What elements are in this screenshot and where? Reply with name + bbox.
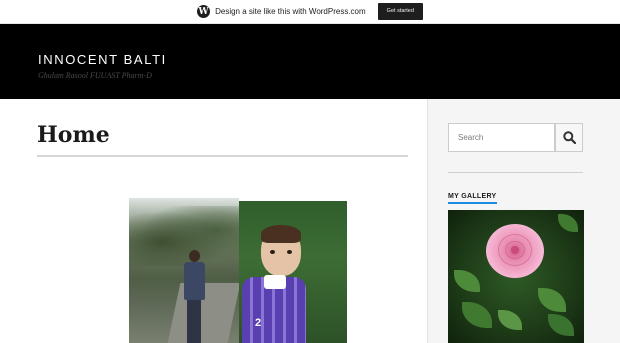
search-icon <box>562 131 576 144</box>
photo-boy-on-path[interactable] <box>129 198 239 343</box>
page-title: Home <box>37 122 110 148</box>
jersey-number: 2 <box>255 317 262 329</box>
site-tagline: Ghulam Rasool FUUAST Pharm-D <box>38 71 152 80</box>
wordpress-banner-text[interactable]: Design a site like this with WordPress.c… <box>215 7 366 16</box>
site-header: INNOCENT BALTI Ghulam Rasool FUUAST Phar… <box>0 24 620 99</box>
search-button[interactable] <box>555 123 583 152</box>
photo-child-portrait[interactable]: 2 <box>239 201 347 343</box>
pink-rose <box>486 224 544 278</box>
gallery-widget-title: MY GALLERY <box>448 193 497 204</box>
gallery-rose-image[interactable] <box>448 210 584 343</box>
site-title[interactable]: INNOCENT BALTI <box>38 52 167 67</box>
main-content: Home 2 <box>0 99 427 343</box>
standing-person <box>181 250 207 343</box>
get-started-button[interactable]: Get started <box>377 3 423 20</box>
wordpress-banner: W Design a site like this with WordPress… <box>0 0 620 24</box>
wordpress-logo-icon[interactable]: W <box>197 5 211 18</box>
search-input[interactable]: Search <box>448 123 555 152</box>
sidebar: Search MY GALLERY <box>427 99 620 343</box>
title-divider <box>37 155 408 157</box>
sidebar-divider <box>448 172 583 173</box>
